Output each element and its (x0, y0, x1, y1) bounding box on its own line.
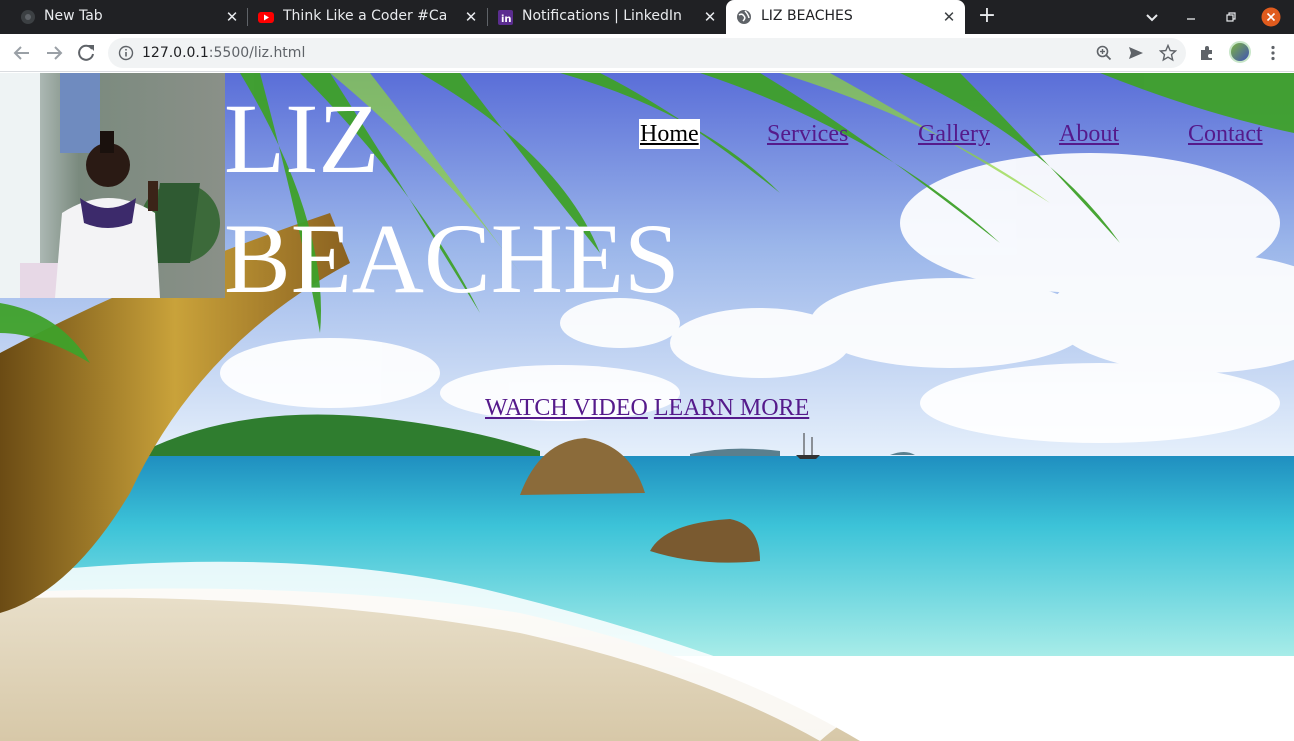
minimize-icon[interactable] (1182, 7, 1200, 27)
site-title-line-1: LIZ (224, 83, 380, 194)
close-icon[interactable]: ✕ (224, 9, 240, 25)
url-text[interactable]: 127.0.0.1:5500/liz.html (142, 45, 305, 61)
tab-title: Think Like a Coder #Camp (283, 8, 446, 24)
extensions-icon[interactable] (1198, 44, 1216, 62)
send-icon[interactable] (1127, 44, 1145, 62)
url-host: 127.0.0.1 (142, 45, 209, 61)
site-title: LIZ BEACHES (224, 79, 680, 319)
nav-link-gallery[interactable]: Gallery (918, 119, 990, 149)
tab-new-tab[interactable]: New Tab ✕ (8, 0, 248, 34)
zoom-icon[interactable] (1095, 44, 1113, 62)
nav-link-services[interactable]: Services (767, 119, 848, 149)
new-tab-button[interactable]: + (976, 4, 998, 28)
profile-photo (0, 73, 225, 298)
more-menu-icon[interactable] (1264, 44, 1282, 62)
watch-video-link[interactable]: WATCH VIDEO (485, 395, 648, 421)
back-arrow-icon[interactable] (11, 42, 33, 64)
nav-link-home[interactable]: Home (639, 119, 700, 149)
site-title-line-2: BEACHES (224, 203, 680, 314)
learn-more-link[interactable]: LEARN MORE (654, 395, 809, 421)
cta-links: WATCH VIDEO LEARN MORE (485, 393, 809, 423)
nav-link-contact[interactable]: Contact (1188, 119, 1263, 149)
forward-arrow-icon[interactable] (43, 42, 65, 64)
close-window-button[interactable] (1261, 7, 1281, 27)
tab-strip: New Tab ✕ Think Like a Coder #Camp ✕ in … (0, 0, 1294, 34)
close-icon[interactable]: ✕ (463, 9, 479, 25)
globe-icon (737, 10, 751, 24)
tab-youtube[interactable]: Think Like a Coder #Camp ✕ (248, 0, 488, 34)
tab-linkedin[interactable]: in Notifications | LinkedIn ✕ (488, 0, 726, 34)
tab-title: LIZ BEACHES (761, 8, 853, 24)
bookmark-star-icon[interactable] (1159, 44, 1177, 62)
tab-title: Notifications | LinkedIn (522, 8, 682, 24)
tab-search-icon[interactable] (1142, 7, 1162, 27)
close-icon[interactable]: ✕ (702, 9, 718, 25)
address-bar[interactable]: 127.0.0.1:5500/liz.html (108, 38, 1186, 68)
youtube-icon (258, 12, 274, 23)
page-viewport: LIZ BEACHES Home Services Gallery About … (0, 73, 1294, 741)
reload-icon[interactable] (75, 42, 97, 64)
nav-link-about[interactable]: About (1059, 119, 1119, 149)
tab-liz-beaches[interactable]: LIZ BEACHES ✕ (726, 0, 965, 34)
tab-title: New Tab (44, 8, 103, 24)
info-icon[interactable] (118, 45, 134, 61)
restore-icon[interactable] (1222, 7, 1240, 27)
browser-toolbar: 127.0.0.1:5500/liz.html (0, 34, 1294, 72)
close-icon[interactable]: ✕ (941, 9, 957, 25)
profile-avatar[interactable] (1229, 41, 1251, 63)
chrome-icon (21, 10, 35, 24)
url-path: :5500/liz.html (208, 45, 306, 61)
linkedin-icon: in (498, 10, 513, 25)
svg-text:in: in (501, 14, 512, 25)
